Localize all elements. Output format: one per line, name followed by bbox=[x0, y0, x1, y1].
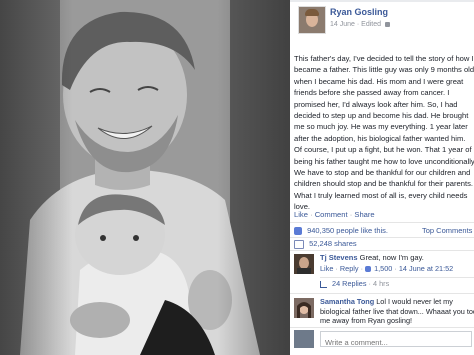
post-line: when I became his dad. His mom and I wer… bbox=[294, 76, 464, 86]
shares-row: 52,248 shares bbox=[294, 239, 357, 249]
commenter-avatar[interactable] bbox=[294, 298, 314, 318]
commenter-avatar-image bbox=[294, 254, 314, 274]
post-line: after the adoption, his biological fathe… bbox=[294, 133, 466, 143]
post-line: What I truly learned most of all is, eve… bbox=[294, 190, 468, 200]
current-user-avatar bbox=[294, 330, 314, 348]
divider bbox=[290, 222, 474, 223]
author-avatar[interactable] bbox=[298, 6, 326, 34]
globe-icon bbox=[384, 21, 390, 27]
thumbs-up-icon bbox=[294, 227, 302, 236]
commenter-name[interactable]: Tj Stevens bbox=[320, 253, 358, 262]
divider bbox=[290, 250, 474, 251]
like-link[interactable]: Like bbox=[294, 210, 308, 219]
comment-text-line: me away from Ryan gosling! bbox=[320, 316, 413, 325]
divider bbox=[290, 293, 474, 294]
divider bbox=[290, 327, 474, 328]
comment-input-box[interactable] bbox=[320, 331, 472, 349]
comment-reply-link[interactable]: Reply bbox=[340, 264, 359, 273]
post-line: became a father. This little guy was onl… bbox=[294, 65, 474, 75]
top-comments-toggle[interactable]: Top Comments bbox=[422, 226, 472, 235]
comment-likes-count[interactable]: 1,500 bbox=[374, 264, 392, 273]
post-meta: 14 June · Edited bbox=[330, 21, 390, 28]
photo-vignette bbox=[0, 0, 290, 355]
commenter-avatar-image bbox=[294, 298, 314, 318]
post-line: children should stop and be thankful for… bbox=[294, 179, 473, 189]
view-replies-link[interactable]: 24 Replies bbox=[332, 279, 366, 288]
post-photo[interactable] bbox=[0, 0, 290, 355]
top-comments-row: Top Comments ▾ bbox=[422, 226, 474, 235]
edited-label[interactable]: Edited bbox=[361, 21, 381, 28]
post-line: promised her, I'd always look after him.… bbox=[294, 99, 458, 109]
comment-like-link[interactable]: Like bbox=[320, 264, 333, 273]
post-panel: Ryan Gosling 14 June · Edited This fathe… bbox=[290, 0, 474, 355]
reply-arrow-icon bbox=[320, 280, 327, 288]
comment-meta: Like · Reply · 1,500 · 14 June at 21:52 bbox=[320, 264, 453, 273]
comment-text: Great, now I'm gay. bbox=[359, 253, 424, 262]
comment-text-line: biological father live that down... Whaa… bbox=[320, 306, 474, 316]
likes-count[interactable]: 940,350 people like this. bbox=[307, 226, 388, 235]
divider bbox=[320, 277, 474, 278]
post-line: decided to step up and become his dad. H… bbox=[294, 110, 469, 120]
post-line: being his father taught me how to love u… bbox=[294, 156, 474, 166]
comment-link[interactable]: Comment bbox=[315, 210, 348, 219]
commenter-name[interactable]: Samantha Tong bbox=[320, 297, 374, 306]
share-icon bbox=[294, 239, 304, 249]
post-line: friends before she passed away from canc… bbox=[294, 88, 450, 98]
post-line: me so much joy. He was my everything. 1 … bbox=[294, 122, 468, 132]
replies-age: 4 hrs bbox=[373, 279, 390, 288]
author-name[interactable]: Ryan Gosling bbox=[330, 7, 388, 17]
post-line: This father's day, I've decided to tell … bbox=[294, 54, 474, 63]
comment-text-line: Lol I would never let my bbox=[376, 297, 453, 306]
comment-body: Tj Stevens Great, now I'm gay. bbox=[320, 253, 424, 262]
thumbs-up-icon bbox=[365, 266, 372, 273]
comment-body: Samantha Tong Lol I would never let my b… bbox=[320, 297, 474, 326]
commenter-avatar[interactable] bbox=[294, 254, 314, 274]
share-link[interactable]: Share bbox=[354, 210, 374, 219]
post-date[interactable]: 14 June bbox=[330, 21, 355, 28]
likes-row: 940,350 people like this. bbox=[294, 226, 388, 236]
replies-row: 24 Replies · 4 hrs bbox=[320, 279, 389, 288]
shares-count[interactable]: 52,248 shares bbox=[309, 239, 357, 248]
post-text: This father's day, I've decided to tell … bbox=[294, 53, 474, 212]
post-line: We have to stop and be thankful for our … bbox=[294, 167, 471, 177]
post-actions: Like · Comment · Share bbox=[294, 210, 375, 219]
divider bbox=[290, 237, 474, 238]
panel-top-border bbox=[290, 0, 474, 2]
comment-time[interactable]: 14 June at 21:52 bbox=[399, 264, 453, 273]
avatar-hair bbox=[305, 9, 319, 16]
post-line: Of course, I put up a fight, but he won.… bbox=[294, 145, 472, 155]
comment-input[interactable] bbox=[321, 336, 469, 349]
